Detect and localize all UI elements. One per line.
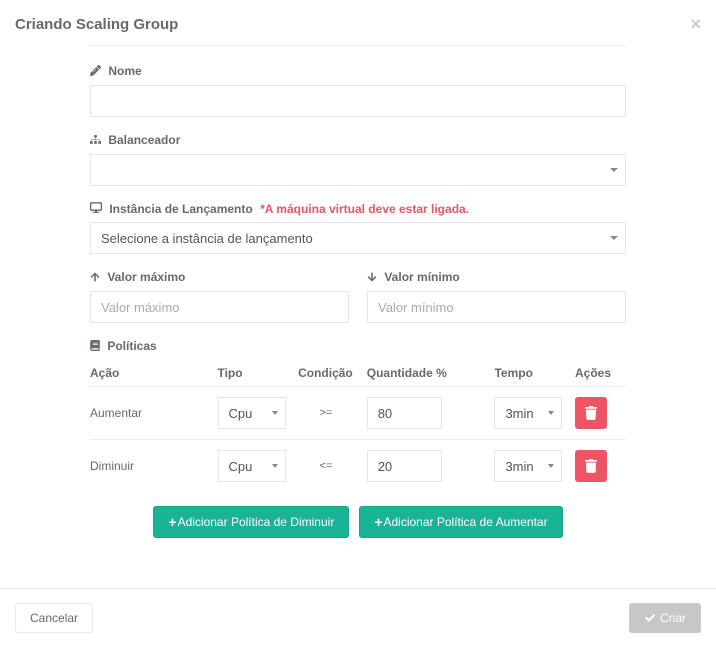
label-valor-minimo: Valor mínimo — [367, 270, 626, 285]
col-acao: Ação — [90, 366, 215, 380]
cancel-button[interactable]: Cancelar — [15, 603, 93, 633]
modal-criando-scaling-group: Criando Scaling Group × Nome Balanc — [0, 0, 716, 647]
label-politicas: Políticas — [90, 339, 626, 354]
plus-icon: + — [168, 515, 176, 529]
field-valor-maximo: Valor máximo — [90, 270, 349, 323]
policies-header: Ação Tipo Condição Quantidade % Tempo Aç… — [90, 360, 626, 386]
section-politicas: Políticas — [90, 339, 626, 354]
close-icon[interactable]: × — [690, 15, 701, 33]
create-button[interactable]: Criar — [629, 603, 701, 633]
col-qtd: Quantidade % — [363, 366, 481, 380]
modal-footer: Cancelar Criar — [0, 588, 716, 647]
tempo-select[interactable]: 3min — [494, 450, 562, 482]
check-icon — [644, 613, 656, 623]
condicao-text: <= — [289, 460, 363, 472]
field-balanceador: Balanceador — [90, 133, 626, 186]
delete-button[interactable] — [575, 397, 607, 429]
col-tipo: Tipo — [215, 366, 289, 380]
chevron-down-icon — [548, 411, 554, 415]
label-instancia: Instância de Lançamento *A máquina virtu… — [90, 202, 626, 217]
balanceador-select[interactable] — [90, 154, 626, 186]
chevron-down-icon — [272, 464, 278, 468]
field-valor-minimo: Valor mínimo — [367, 270, 626, 323]
nome-input[interactable] — [90, 85, 626, 117]
col-cond: Condição — [289, 366, 363, 380]
quantidade-input[interactable] — [367, 450, 442, 482]
tempo-select[interactable]: 3min — [494, 397, 562, 429]
modal-title: Criando Scaling Group — [15, 16, 178, 33]
label-nome: Nome — [90, 64, 626, 79]
trash-icon — [585, 459, 597, 473]
instancia-select[interactable]: Selecione a instância de lançamento — [90, 222, 626, 254]
add-diminuir-button[interactable]: + Adicionar Política de Diminuir — [153, 506, 349, 538]
tipo-select[interactable]: Cpu — [218, 450, 286, 482]
chevron-down-icon — [610, 236, 618, 240]
arrow-down-icon — [367, 271, 377, 285]
delete-button[interactable] — [575, 450, 607, 482]
field-instancia: Instância de Lançamento *A máquina virtu… — [90, 202, 626, 255]
modal-header: Criando Scaling Group × — [0, 0, 716, 45]
condicao-text: >= — [289, 407, 363, 419]
instancia-warning: *A máquina virtual deve estar ligada. — [260, 202, 469, 216]
chevron-down-icon — [548, 464, 554, 468]
col-acoes: Ações — [569, 366, 626, 380]
valor-maximo-input[interactable] — [90, 291, 349, 323]
quantidade-input[interactable] — [367, 397, 442, 429]
arrow-up-icon — [90, 271, 100, 285]
sitemap-icon — [90, 134, 101, 148]
chevron-down-icon — [272, 411, 278, 415]
add-aumentar-button[interactable]: + Adicionar Política de Aumentar — [359, 506, 562, 538]
trash-icon — [585, 406, 597, 420]
col-tempo: Tempo — [480, 366, 569, 380]
policy-row-aumentar: Aumentar Cpu >= 3min — [90, 386, 626, 439]
valor-minimo-input[interactable] — [367, 291, 626, 323]
chevron-down-icon — [610, 168, 618, 172]
tipo-select[interactable]: Cpu — [218, 397, 286, 429]
label-balanceador: Balanceador — [90, 133, 626, 148]
desktop-icon — [90, 202, 102, 216]
edit-icon — [90, 65, 101, 79]
policy-row-diminuir: Diminuir Cpu <= 3min — [90, 439, 626, 492]
label-valor-maximo: Valor máximo — [90, 270, 349, 285]
plus-icon: + — [374, 515, 382, 529]
modal-body: Nome Balanceador — [0, 45, 716, 548]
acao-label: Diminuir — [90, 459, 216, 473]
acao-label: Aumentar — [90, 406, 216, 420]
field-nome: Nome — [90, 64, 626, 117]
policy-buttons: + Adicionar Política de Diminuir + Adici… — [90, 506, 626, 538]
book-icon — [90, 340, 100, 354]
